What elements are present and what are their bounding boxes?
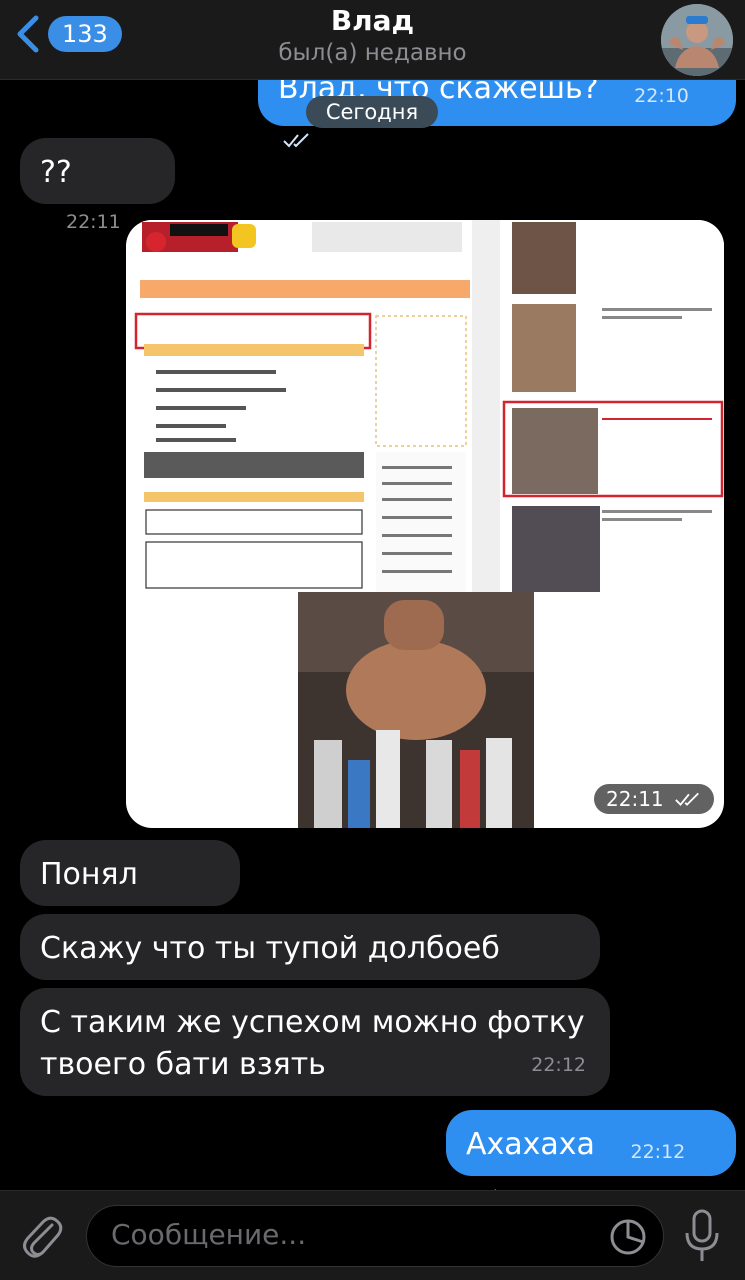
- read-ticks-icon: [675, 792, 699, 806]
- message-text: С таким же успехом можно фотку твоего ба…: [40, 1005, 585, 1082]
- sticker-icon[interactable]: [609, 1218, 647, 1256]
- message-input[interactable]: Сообщение...: [86, 1205, 664, 1267]
- photo-time-badge: 22:11: [594, 784, 714, 814]
- message-incoming[interactable]: С таким же успехом можно фотку твоего ба…: [20, 988, 610, 1096]
- message-text: Ахахаха: [466, 1127, 595, 1162]
- message-composer: Сообщение...: [0, 1190, 745, 1280]
- microphone-icon[interactable]: [684, 1207, 720, 1265]
- message-time: 22:11: [66, 211, 121, 233]
- chat-status: был(а) недавно: [278, 40, 467, 66]
- message-list[interactable]: Влад, что скажешь? 22:10 Сегодня ?? 22:1…: [0, 80, 745, 1190]
- message-incoming[interactable]: Скажу что ты тупой долбоеб 22:11: [20, 914, 600, 1009]
- chat-header: 133 Влад был(а) недавно: [0, 0, 745, 80]
- photo-message[interactable]: 22:11: [126, 220, 724, 828]
- message-outgoing[interactable]: Ахахаха 22:12: [446, 1110, 736, 1190]
- avatar[interactable]: [661, 4, 733, 76]
- message-incoming[interactable]: ?? 22:11: [20, 138, 175, 233]
- paperclip-icon[interactable]: [18, 1211, 66, 1261]
- message-time: 22:10: [634, 85, 689, 107]
- message-time: 22:11: [606, 787, 664, 811]
- avatar-image: [661, 4, 733, 76]
- message-time: 22:12: [630, 1141, 686, 1163]
- message-text: ??: [40, 155, 72, 190]
- message-input-placeholder: Сообщение...: [111, 1218, 307, 1251]
- date-separator: Сегодня: [306, 96, 438, 128]
- message-text: Понял: [40, 857, 138, 892]
- photo-content: [134, 220, 724, 828]
- message-text: Скажу что ты тупой долбоеб: [40, 931, 500, 966]
- message-incoming[interactable]: Понял 22:11: [20, 840, 240, 935]
- message-time: 22:12: [531, 1054, 586, 1076]
- read-ticks-icon: [283, 133, 309, 148]
- chat-title[interactable]: Влад: [0, 4, 745, 37]
